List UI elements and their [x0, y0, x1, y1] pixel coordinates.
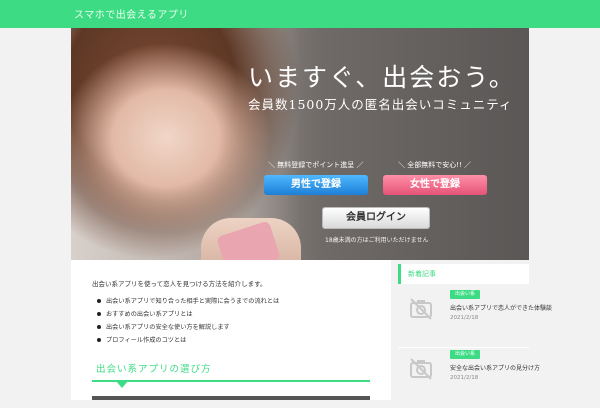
female-register-button[interactable]: 女性で登録: [383, 175, 487, 195]
post-date: 2021/2/18: [450, 315, 479, 321]
sidebar-heading-accent: [398, 264, 401, 284]
post-title[interactable]: 出会い系アプリで恋人ができた体験談: [450, 303, 552, 312]
post-category-tag[interactable]: 出会い系: [450, 290, 481, 299]
section-notch: [116, 381, 128, 388]
no-image-icon: [410, 358, 432, 380]
age-restriction-note: 18歳未満の方はご利用いただけません: [325, 237, 429, 244]
post-date: 2021/2/18: [450, 375, 479, 381]
post-category-tag[interactable]: 出会い系: [450, 350, 481, 359]
male-register-note: ＼ 無料登録でポイント進呈 ／: [268, 161, 364, 169]
site-title[interactable]: スマホで出会えるアプリ: [74, 6, 189, 21]
section-underline: [92, 380, 370, 382]
post-title[interactable]: 安全な出会い系アプリの見分け方: [450, 363, 540, 372]
toc-item[interactable]: プロフィール作成のコツとは: [92, 335, 279, 348]
top-header-bar: スマホで出会えるアプリ: [0, 0, 600, 28]
hero-subhead: 会員数1500万人の匿名出会いコミュニティ: [248, 97, 513, 112]
toc-list: 出会い系アプリで知り合った相手と実際に会うまでの流れとは おすすめの出会い系アプ…: [92, 296, 279, 348]
male-register-button[interactable]: 男性で登録: [264, 175, 368, 195]
sidebar-heading-box: 新着記事: [398, 264, 529, 284]
sidebar-heading: 新着記事: [408, 270, 436, 278]
sidebar-post[interactable]: 出会い系 安全な出会い系アプリの見分け方 2021/2/18: [398, 348, 540, 408]
toc-item[interactable]: おすすめの出会い系アプリとは: [92, 309, 279, 322]
sidebar: 新着記事 出会い系 出会い系アプリで恋人ができた体験談 2021/2/18 出会…: [398, 260, 552, 408]
female-register-note: ＼ 全部無料で安心!! ／: [398, 161, 472, 169]
section-heading: 出会い系アプリの選び方: [96, 364, 212, 375]
toc-item[interactable]: 出会い系アプリの安全な使い方を解説します: [92, 322, 279, 335]
no-image-icon: [410, 298, 432, 320]
sidebar-post[interactable]: 出会い系 出会い系アプリで恋人ができた体験談 2021/2/18: [398, 288, 552, 348]
member-login-button[interactable]: 会員ログイン: [322, 207, 430, 229]
content-strip: [92, 396, 370, 400]
main-content: 出会い系アプリを使って恋人を見つける方法を紹介します。 出会い系アプリで知り合っ…: [71, 260, 391, 400]
intro-text: 出会い系アプリを使って恋人を見つける方法を紹介します。: [92, 280, 267, 288]
hero-headline: いますぐ、出会おう。: [248, 63, 516, 92]
toc-item[interactable]: 出会い系アプリで知り合った相手と実際に会うまでの流れとは: [92, 296, 279, 309]
